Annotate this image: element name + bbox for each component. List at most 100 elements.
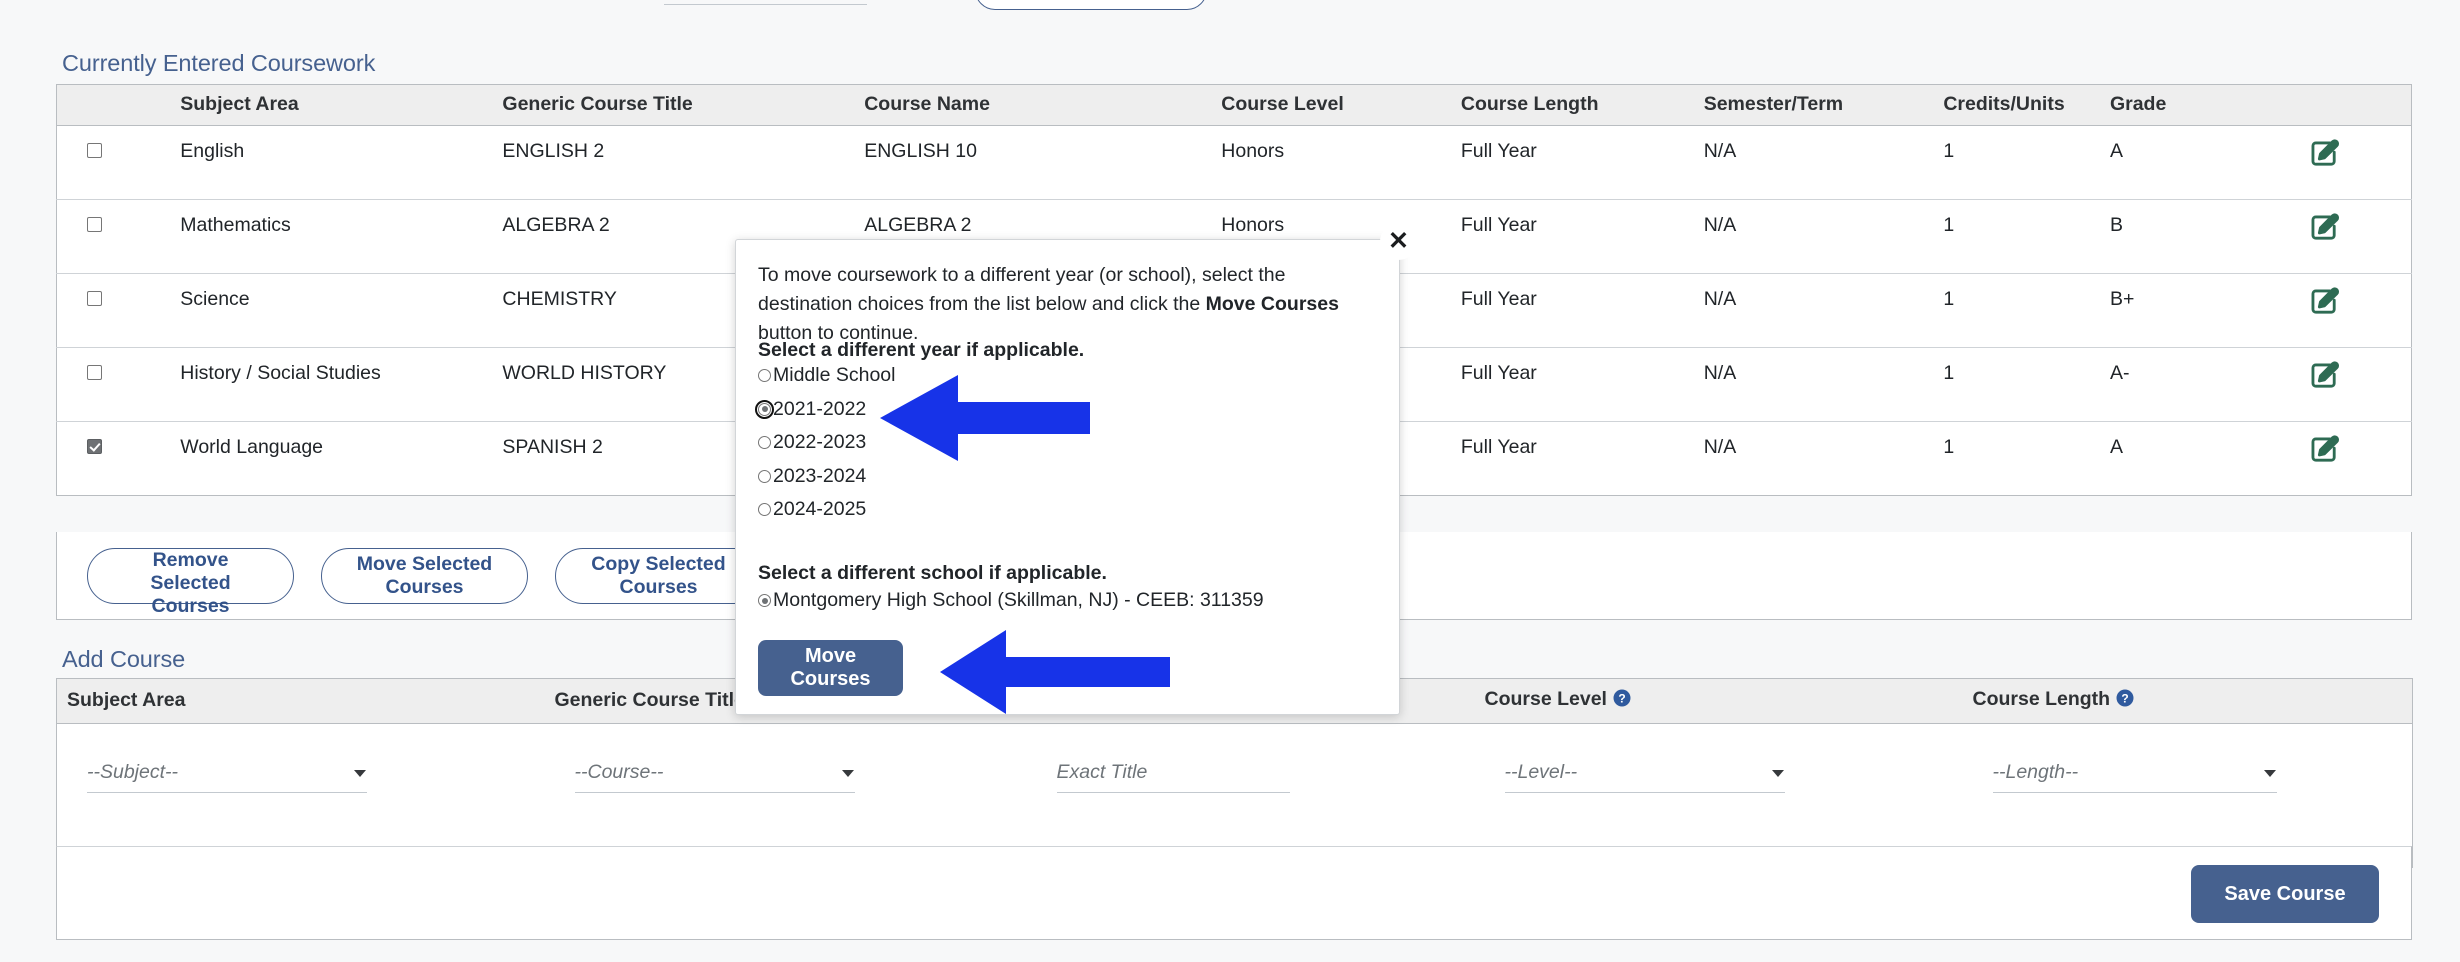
chevron-down-icon: [842, 770, 854, 777]
radio-option[interactable]: Montgomery High School (Skillman, NJ) - …: [758, 592, 1264, 609]
cell-semester-term-value: N/A: [1704, 126, 1944, 163]
coursework-table-head: Subject Area Generic Course Title Course…: [57, 85, 2412, 126]
table-row: EnglishENGLISH 2ENGLISH 10HonorsFull Yea…: [57, 126, 2412, 200]
course-length-select[interactable]: --Length--: [1993, 759, 2277, 793]
cell-grade-value: A: [2110, 422, 2308, 459]
col-header-generic-course-title: Generic Course Title: [502, 85, 864, 126]
cell-credits-units: 1: [1943, 126, 2110, 200]
cell-generic-course-title-value: ALGEBRA 2: [502, 200, 864, 237]
edit-pencil-icon[interactable]: [2308, 286, 2411, 326]
radio-option-label: 2024-2025: [773, 498, 866, 521]
move-courses-button[interactable]: Move Courses: [758, 640, 903, 696]
radio-option[interactable]: 2023-2024: [758, 468, 895, 485]
cell-semester-term: N/A: [1704, 126, 1944, 200]
cell-course-name: ENGLISH 10: [864, 126, 1221, 200]
radio-button[interactable]: [758, 369, 771, 382]
radio-button[interactable]: [758, 594, 771, 607]
cell-grade: B+: [2110, 274, 2308, 348]
cell-course-length-value: Full Year: [1461, 200, 1704, 237]
help-icon-course-length[interactable]: ?: [2116, 689, 2134, 713]
cell-subject-area-value: World Language: [180, 422, 502, 459]
cell-course-length-value: Full Year: [1461, 348, 1704, 385]
col-header-credits-units: Credits/Units: [1943, 85, 2110, 126]
edit-pencil-icon[interactable]: [2308, 212, 2411, 252]
cell-semester-term: N/A: [1704, 200, 1944, 274]
cell-course-level: Honors: [1221, 126, 1461, 200]
radio-option[interactable]: 2024-2025: [758, 501, 895, 518]
col-header-course-name: Course Name: [864, 85, 1221, 126]
cell-subject-area: World Language: [180, 422, 502, 496]
row-select-checkbox[interactable]: [87, 291, 102, 306]
cell-subject-area: Science: [180, 274, 502, 348]
cell-edit: [2308, 274, 2411, 348]
help-icon-course-level[interactable]: ?: [1613, 689, 1631, 713]
cell-edit: [2308, 348, 2411, 422]
cell-grade: B: [2110, 200, 2308, 274]
cell-course-name-value: ENGLISH 10: [864, 126, 1221, 163]
add-course-section-title: Add Course: [62, 646, 185, 673]
partial-button-above[interactable]: [975, 0, 1207, 10]
cell-select: [57, 422, 181, 496]
page-root: Currently Entered Coursework Subject Are…: [0, 0, 2460, 962]
move-selected-courses-button[interactable]: Move Selected Courses: [321, 548, 528, 604]
radio-option-label: Montgomery High School (Skillman, NJ) - …: [773, 589, 1264, 612]
cell-grade-value: A-: [2110, 348, 2308, 385]
cell-course-name-value: ALGEBRA 2: [864, 200, 1221, 237]
row-select-checkbox[interactable]: [87, 439, 102, 454]
generic-course-title-select[interactable]: --Course--: [575, 759, 855, 793]
modal-close-button[interactable]: ✕: [1380, 223, 1417, 260]
course-name-input[interactable]: Exact Title: [1057, 759, 1290, 793]
coursework-section-title: Currently Entered Coursework: [62, 50, 375, 77]
course-level-select[interactable]: --Level--: [1505, 759, 1785, 793]
radio-option[interactable]: 2022-2023: [758, 434, 895, 451]
radio-button[interactable]: [758, 503, 771, 516]
chevron-down-icon: [1772, 770, 1784, 777]
cell-credits-units-value: 1: [1943, 274, 2110, 311]
remove-selected-courses-button[interactable]: Remove Selected Courses: [87, 548, 294, 604]
radio-option-label: Middle School: [773, 364, 895, 387]
cell-credits-units: 1: [1943, 422, 2110, 496]
move-coursework-modal: ✕ To move coursework to a different year…: [735, 239, 1400, 715]
cell-credits-units-value: 1: [1943, 348, 2110, 385]
cell-course-length: Full Year: [1461, 126, 1704, 200]
add-col-label-generic-course-title: Generic Course Title: [555, 689, 745, 711]
radio-option-label: 2021-2022: [773, 398, 866, 421]
coursework-header-row: Subject Area Generic Course Title Course…: [57, 85, 2412, 126]
course-name-input-placeholder: Exact Title: [1057, 761, 1148, 783]
cell-credits-units-value: 1: [1943, 422, 2110, 459]
cell-credits-units-value: 1: [1943, 126, 2110, 163]
radio-button[interactable]: [758, 470, 771, 483]
generic-course-title-select-value: --Course--: [575, 761, 664, 783]
radio-option[interactable]: 2021-2022: [758, 401, 895, 418]
row-select-checkbox[interactable]: [87, 143, 102, 158]
cell-select: [57, 126, 181, 200]
add-col-header-subject-area: Subject Area: [57, 679, 545, 724]
cell-select: [57, 348, 181, 422]
cell-subject-area: Mathematics: [180, 200, 502, 274]
cell-grade-value: B: [2110, 200, 2308, 237]
cell-semester-term: N/A: [1704, 422, 1944, 496]
row-select-checkbox[interactable]: [87, 217, 102, 232]
subject-area-select[interactable]: --Subject--: [87, 759, 367, 793]
cell-grade-value: B+: [2110, 274, 2308, 311]
row-select-checkbox[interactable]: [87, 365, 102, 380]
edit-pencil-icon[interactable]: [2308, 138, 2411, 178]
edit-pencil-icon[interactable]: [2308, 434, 2411, 474]
modal-intro-text: To move coursework to a different year (…: [758, 261, 1378, 348]
cell-credits-units: 1: [1943, 274, 2110, 348]
cell-subject-area-value: Science: [180, 274, 502, 311]
col-header-select: [57, 85, 181, 126]
copy-selected-courses-button[interactable]: Copy Selected Courses: [555, 548, 762, 604]
save-course-button[interactable]: Save Course: [2191, 865, 2379, 923]
course-length-select-value: --Length--: [1993, 761, 2079, 783]
radio-option[interactable]: Middle School: [758, 367, 895, 384]
cell-course-length-value: Full Year: [1461, 422, 1704, 459]
select-school-label: Select a different school if applicable.: [758, 562, 1107, 585]
chevron-down-icon: [2264, 770, 2276, 777]
svg-text:?: ?: [2121, 691, 2128, 705]
edit-pencil-icon[interactable]: [2308, 360, 2411, 400]
radio-button[interactable]: [758, 436, 771, 449]
radio-button[interactable]: [758, 403, 771, 416]
cell-subject-area: History / Social Studies: [180, 348, 502, 422]
cell-semester-term: N/A: [1704, 274, 1944, 348]
